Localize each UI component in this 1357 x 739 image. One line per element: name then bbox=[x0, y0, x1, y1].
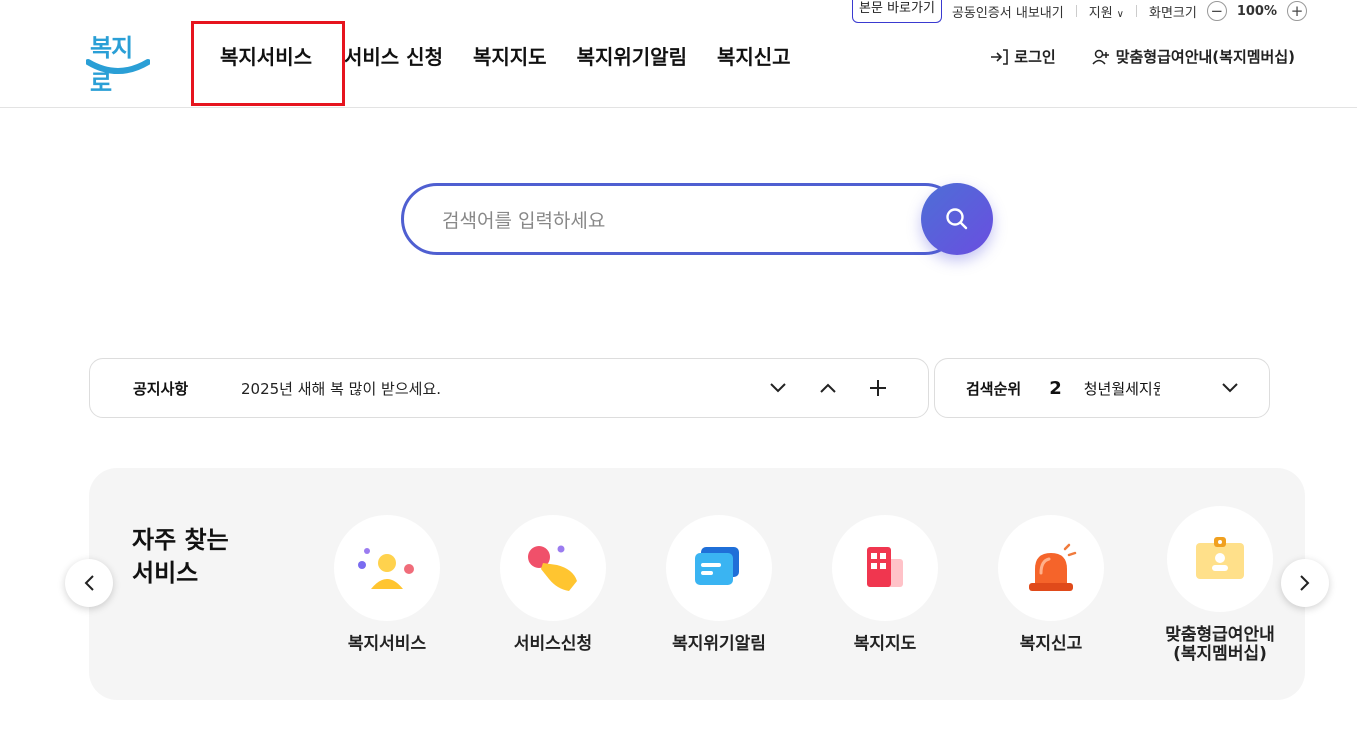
quick-title: 자주 찾는 서비스 bbox=[132, 524, 229, 590]
quick-item-welfare-service[interactable]: 복지서비스 bbox=[312, 515, 462, 654]
quick-item-label: 복지위기알림 bbox=[672, 634, 766, 654]
carousel-next-button[interactable] bbox=[1281, 559, 1329, 607]
nav-welfare-map[interactable]: 복지지도 bbox=[473, 41, 547, 70]
nav-welfare-report[interactable]: 복지신고 bbox=[717, 41, 791, 70]
quick-item-label-line1: 맞춤형급여안내 bbox=[1165, 625, 1275, 645]
divider bbox=[1075, 5, 1077, 17]
membership-link[interactable]: 맞춤형급여안내(복지멤버십) bbox=[1092, 46, 1295, 67]
quick-item-welfare-map[interactable]: 복지지도 bbox=[810, 515, 960, 654]
zoom-level: 100% bbox=[1236, 3, 1277, 19]
notice-message[interactable]: 2025년 새해 복 많이 받으세요. bbox=[241, 378, 740, 399]
notice-prev-button[interactable] bbox=[816, 376, 840, 400]
people-icon bbox=[334, 515, 440, 621]
search-button[interactable] bbox=[921, 183, 993, 255]
quick-item-label: 맞춤형급여안내 (복지멤버십) bbox=[1145, 626, 1295, 664]
quick-item-label-line2: (복지멤버십) bbox=[1173, 644, 1267, 664]
chevron-up-icon bbox=[820, 383, 836, 393]
plus-icon bbox=[870, 380, 886, 396]
cert-export-link[interactable]: 공동인증서 내보내기 bbox=[952, 2, 1064, 21]
search-bar bbox=[401, 183, 993, 255]
chevron-right-icon bbox=[1300, 575, 1310, 591]
hand-pointer-icon bbox=[500, 515, 606, 621]
login-link[interactable]: 로그인 bbox=[990, 46, 1056, 67]
message-icon bbox=[666, 515, 772, 621]
page: 복지로 복지서비스 서비스 신청 복지지도 복지위기알림 복지신고 로그인 맞춤… bbox=[0, 0, 1357, 739]
chevron-down-icon bbox=[770, 383, 786, 393]
utility-bar: 본문 바로가기 공동인증서 내보내기 지원 ∨ 화면크기 − 100% + bbox=[852, 0, 1307, 23]
notice-bar: 공지사항 2025년 새해 복 많이 받으세요. bbox=[89, 358, 929, 418]
siren-icon bbox=[998, 515, 1104, 621]
support-label: 지원 bbox=[1088, 5, 1113, 21]
quick-item-service-apply[interactable]: 서비스신청 bbox=[478, 515, 628, 654]
notice-next-button[interactable] bbox=[766, 376, 790, 400]
notice-label: 공지사항 bbox=[133, 379, 189, 398]
user-add-icon bbox=[1092, 49, 1109, 65]
highlight-box bbox=[191, 21, 345, 106]
chevron-down-icon bbox=[1222, 383, 1238, 393]
screen-size-label: 화면크기 bbox=[1148, 5, 1197, 21]
map-building-icon bbox=[832, 515, 938, 621]
logo-smile-icon bbox=[86, 59, 150, 74]
quick-item-label: 복지서비스 bbox=[347, 634, 427, 654]
quick-item-crisis-alert[interactable]: 복지위기알림 bbox=[644, 515, 794, 654]
nav-crisis-alert[interactable]: 복지위기알림 bbox=[577, 41, 687, 70]
rank-label: 검색순위 bbox=[966, 379, 1022, 398]
search-icon bbox=[946, 208, 968, 230]
divider bbox=[1135, 5, 1137, 17]
quick-item-membership[interactable]: 맞춤형급여안내 (복지멤버십) bbox=[1145, 506, 1295, 664]
search-input[interactable] bbox=[442, 206, 902, 236]
quick-item-label: 복지지도 bbox=[853, 634, 917, 654]
header-actions: 로그인 맞춤형급여안내(복지멤버십) bbox=[954, 46, 1295, 67]
rank-dropdown-button[interactable] bbox=[1221, 382, 1239, 394]
rank-number: 2 bbox=[1049, 377, 1062, 399]
skip-to-content-link[interactable]: 본문 바로가기 bbox=[852, 0, 942, 23]
chevron-left-icon bbox=[84, 575, 94, 591]
notice-more-button[interactable] bbox=[866, 376, 890, 400]
quick-item-label: 서비스신청 bbox=[513, 634, 593, 654]
quick-title-line1: 자주 찾는 bbox=[132, 526, 229, 554]
logo[interactable]: 복지로 bbox=[86, 28, 150, 97]
support-menu[interactable]: 지원 ∨ bbox=[1089, 2, 1124, 21]
rank-keyword[interactable]: 청년월세지원 bbox=[1084, 378, 1160, 399]
carousel-prev-button[interactable] bbox=[65, 559, 113, 607]
login-icon bbox=[991, 48, 1009, 65]
search-rank-bar: 검색순위 2 청년월세지원 bbox=[934, 358, 1270, 418]
quick-item-welfare-report[interactable]: 복지신고 bbox=[976, 515, 1126, 654]
zoom-out-button[interactable]: − bbox=[1206, 1, 1227, 21]
quick-services: 자주 찾는 서비스 복지서비스 서비스신청 복지위기알림 복지지도 복지신고 맞… bbox=[89, 468, 1305, 700]
nav-service-apply[interactable]: 서비스 신청 bbox=[344, 41, 443, 70]
id-card-icon bbox=[1167, 506, 1273, 612]
quick-title-line2: 서비스 bbox=[132, 559, 199, 587]
login-label: 로그인 bbox=[1014, 48, 1056, 66]
membership-label: 맞춤형급여안내(복지멤버십) bbox=[1115, 48, 1295, 66]
notice-controls bbox=[740, 376, 890, 400]
search-box bbox=[401, 183, 961, 255]
zoom-in-button[interactable]: + bbox=[1287, 1, 1307, 21]
quick-item-label: 복지신고 bbox=[1019, 634, 1083, 654]
chevron-down-icon: ∨ bbox=[1116, 8, 1124, 20]
